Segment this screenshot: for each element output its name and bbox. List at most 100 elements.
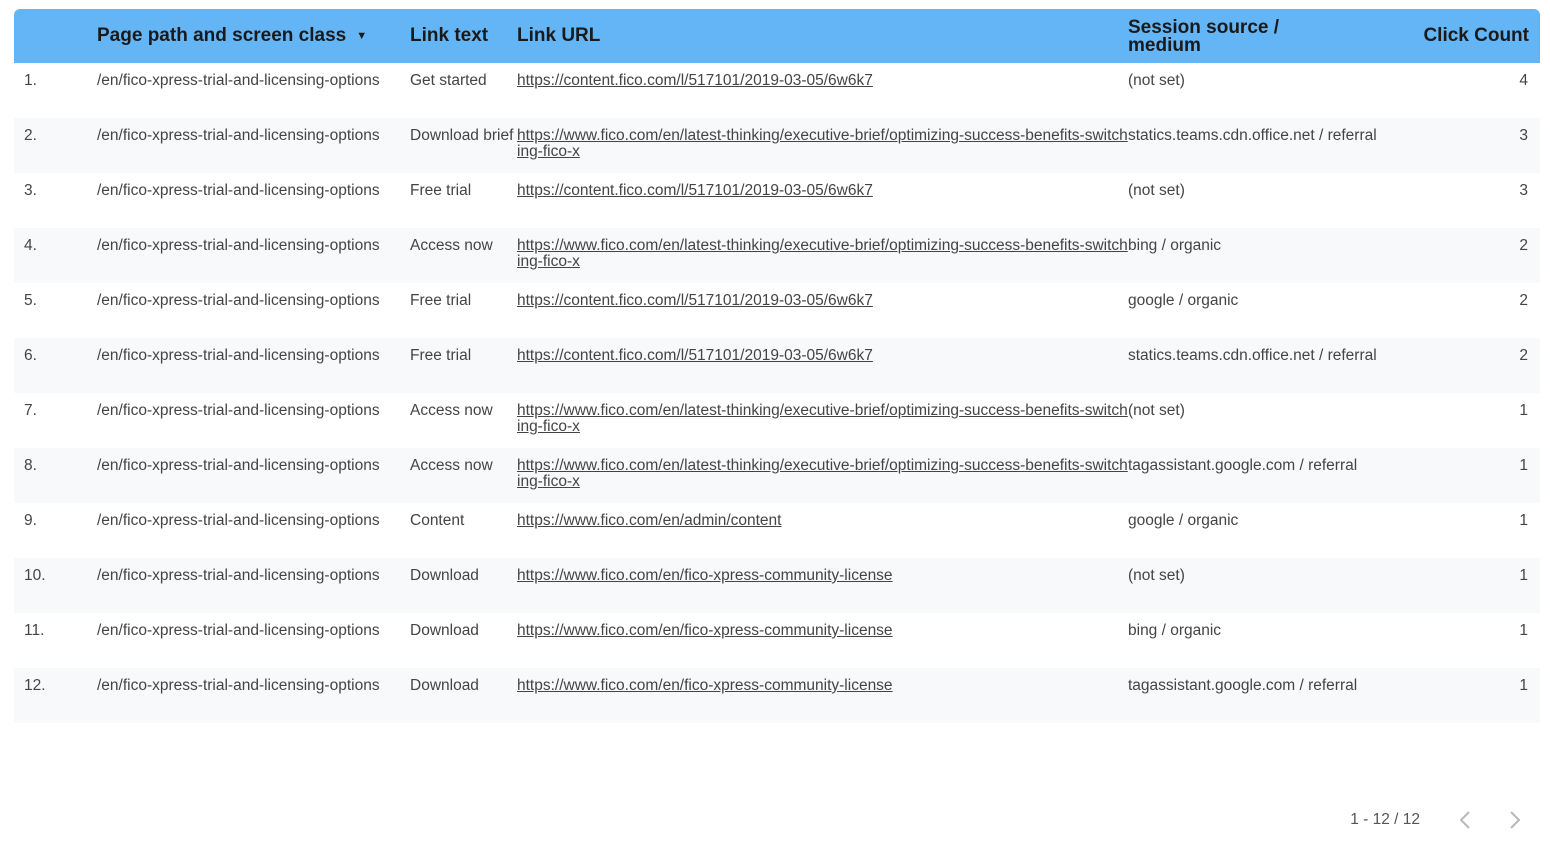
- cell-link-url[interactable]: https://www.fico.com/en/latest-thinking/…: [517, 127, 1128, 160]
- next-page-button[interactable]: [1500, 806, 1530, 834]
- cell-link-url[interactable]: https://www.fico.com/en/admin/content: [517, 512, 781, 529]
- cell-page-path: /en/fico-xpress-trial-and-licensing-opti…: [97, 622, 380, 639]
- cell-session-source: (not set): [1128, 72, 1185, 89]
- cell-session-source: google / organic: [1128, 512, 1239, 529]
- cell-page-path: /en/fico-xpress-trial-and-licensing-opti…: [97, 72, 380, 89]
- cell-link-url-cell: https://www.fico.com/en/latest-thinking/…: [517, 448, 1128, 503]
- cell-page-path: /en/fico-xpress-trial-and-licensing-opti…: [97, 567, 380, 584]
- cell-link-text: Download: [410, 622, 479, 639]
- column-header-link-url[interactable]: Link URL: [517, 9, 1128, 63]
- cell-link-url-cell: https://www.fico.com/en/latest-thinking/…: [517, 393, 1128, 448]
- cell-page-path: /en/fico-xpress-trial-and-licensing-opti…: [97, 402, 380, 419]
- cell-page-path: /en/fico-xpress-trial-and-licensing-opti…: [97, 347, 380, 364]
- table-body: 1. /en/fico-xpress-trial-and-licensing-o…: [14, 63, 1540, 723]
- table-row: 7. /en/fico-xpress-trial-and-licensing-o…: [14, 393, 1540, 448]
- cell-page-path: /en/fico-xpress-trial-and-licensing-opti…: [97, 237, 380, 254]
- cell-link-url[interactable]: https://www.fico.com/en/latest-thinking/…: [517, 402, 1128, 435]
- cell-click-count: 1: [1519, 457, 1528, 474]
- table-row: 9. /en/fico-xpress-trial-and-licensing-o…: [14, 503, 1540, 558]
- cell-page-path: /en/fico-xpress-trial-and-licensing-opti…: [97, 457, 380, 474]
- cell-link-text: Download: [410, 567, 479, 584]
- cell-click-count: 1: [1519, 622, 1528, 639]
- cell-link-url-cell: https://www.fico.com/en/fico-xpress-comm…: [517, 613, 1128, 668]
- cell-link-url-cell: https://www.fico.com/en/fico-xpress-comm…: [517, 558, 1128, 613]
- cell-session-source: (not set): [1128, 182, 1185, 199]
- cell-session-source: bing / organic: [1128, 237, 1222, 254]
- cell-link-url[interactable]: https://www.fico.com/en/fico-xpress-comm…: [517, 677, 893, 694]
- cell-link-url-cell: https://content.fico.com/l/517101/2019-0…: [517, 338, 1128, 393]
- cell-link-url-cell: https://content.fico.com/l/517101/2019-0…: [517, 283, 1128, 338]
- cell-link-url-cell: https://www.fico.com/en/admin/content: [517, 503, 1128, 558]
- column-header-session-source-line2: medium: [1128, 35, 1201, 56]
- cell-link-text: Content: [410, 512, 465, 529]
- table-row: 11. /en/fico-xpress-trial-and-licensing-…: [14, 613, 1540, 668]
- table-row: 12. /en/fico-xpress-trial-and-licensing-…: [14, 668, 1540, 723]
- cell-link-text: Download brief: [410, 127, 514, 144]
- cell-session-source: tagassistant.google.com / referral: [1128, 457, 1358, 474]
- table-row: 5. /en/fico-xpress-trial-and-licensing-o…: [14, 283, 1540, 338]
- cell-link-text: Access now: [410, 402, 493, 419]
- table-row: 3. /en/fico-xpress-trial-and-licensing-o…: [14, 173, 1540, 228]
- cell-link-url[interactable]: https://www.fico.com/en/fico-xpress-comm…: [517, 622, 893, 639]
- row-index: 7.: [24, 402, 37, 419]
- cell-click-count: 3: [1519, 127, 1528, 144]
- pagination: 1 - 12 / 12: [1350, 806, 1530, 834]
- cell-session-source: (not set): [1128, 567, 1185, 584]
- cell-link-text: Access now: [410, 237, 493, 254]
- column-header-session-source[interactable]: Session source / medium: [1128, 9, 1378, 63]
- cell-link-url[interactable]: https://www.fico.com/en/latest-thinking/…: [517, 237, 1128, 270]
- cell-link-text: Free trial: [410, 292, 472, 309]
- cell-session-source: google / organic: [1128, 292, 1239, 309]
- cell-session-source: statics.teams.cdn.office.net / referral: [1128, 347, 1377, 364]
- table-row: 10. /en/fico-xpress-trial-and-licensing-…: [14, 558, 1540, 613]
- cell-page-path: /en/fico-xpress-trial-and-licensing-opti…: [97, 292, 380, 309]
- cell-link-text: Free trial: [410, 182, 472, 199]
- data-table: Page path and screen class ▼ Link text Li…: [14, 9, 1540, 723]
- column-header-click-count[interactable]: Click Count: [1378, 9, 1540, 63]
- row-index: 6.: [24, 347, 37, 364]
- cell-link-url-cell: https://www.fico.com/en/fico-xpress-comm…: [517, 668, 1128, 723]
- previous-page-button[interactable]: [1450, 806, 1480, 834]
- cell-click-count: 1: [1519, 512, 1528, 529]
- cell-click-count: 1: [1519, 677, 1528, 694]
- cell-link-url[interactable]: https://content.fico.com/l/517101/2019-0…: [517, 347, 873, 364]
- sort-desc-icon[interactable]: ▼: [356, 27, 367, 45]
- cell-link-url-cell: https://www.fico.com/en/latest-thinking/…: [517, 118, 1128, 173]
- data-table-container: Page path and screen class ▼ Link text Li…: [14, 9, 1540, 723]
- cell-session-source: tagassistant.google.com / referral: [1128, 677, 1358, 694]
- row-index: 8.: [24, 457, 37, 474]
- column-header-link-text[interactable]: Link text: [410, 9, 517, 63]
- cell-link-url[interactable]: https://content.fico.com/l/517101/2019-0…: [517, 182, 873, 199]
- cell-click-count: 2: [1519, 292, 1528, 309]
- chevron-right-icon: [1510, 811, 1521, 829]
- cell-page-path: /en/fico-xpress-trial-and-licensing-opti…: [97, 182, 380, 199]
- column-header-page-path-label: Page path and screen class: [97, 25, 347, 46]
- cell-link-text: Get started: [410, 72, 487, 89]
- cell-session-source: (not set): [1128, 402, 1185, 419]
- row-index: 10.: [24, 567, 46, 584]
- table-row: 1. /en/fico-xpress-trial-and-licensing-o…: [14, 63, 1540, 118]
- row-index: 3.: [24, 182, 37, 199]
- cell-page-path: /en/fico-xpress-trial-and-licensing-opti…: [97, 127, 380, 144]
- row-index: 11.: [24, 622, 45, 639]
- column-header-page-path[interactable]: Page path and screen class ▼: [97, 9, 410, 63]
- column-header-index: [14, 9, 97, 63]
- row-index: 4.: [24, 237, 37, 254]
- table-row: 6. /en/fico-xpress-trial-and-licensing-o…: [14, 338, 1540, 393]
- cell-click-count: 1: [1519, 567, 1528, 584]
- cell-link-text: Free trial: [410, 347, 472, 364]
- cell-click-count: 1: [1519, 402, 1528, 419]
- chevron-left-icon: [1459, 811, 1470, 829]
- cell-link-url-cell: https://www.fico.com/en/latest-thinking/…: [517, 228, 1128, 283]
- row-index: 9.: [24, 512, 37, 529]
- cell-session-source: statics.teams.cdn.office.net / referral: [1128, 127, 1377, 144]
- table-row: 4. /en/fico-xpress-trial-and-licensing-o…: [14, 228, 1540, 283]
- cell-link-url[interactable]: https://content.fico.com/l/517101/2019-0…: [517, 72, 873, 89]
- row-index: 1.: [24, 72, 37, 89]
- table-header-row: Page path and screen class ▼ Link text Li…: [14, 9, 1540, 63]
- cell-link-url[interactable]: https://www.fico.com/en/latest-thinking/…: [517, 457, 1128, 490]
- cell-link-url[interactable]: https://www.fico.com/en/fico-xpress-comm…: [517, 567, 893, 584]
- cell-click-count: 3: [1519, 182, 1528, 199]
- cell-link-url[interactable]: https://content.fico.com/l/517101/2019-0…: [517, 292, 873, 309]
- cell-link-url-cell: https://content.fico.com/l/517101/2019-0…: [517, 173, 1128, 228]
